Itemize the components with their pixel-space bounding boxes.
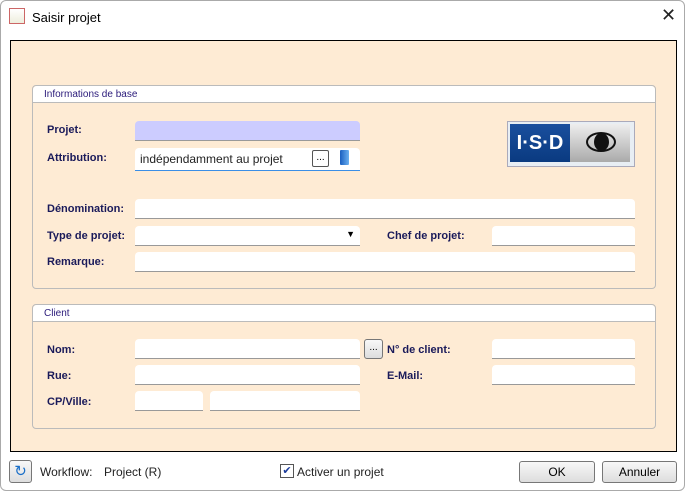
denomination-label: Dénomination:	[47, 203, 124, 215]
attribution-label: Attribution:	[47, 152, 107, 164]
workflow-value: Project (R)	[104, 465, 162, 479]
window-title: Saisir projet	[32, 10, 101, 25]
attribution-value: indépendamment au projet	[140, 152, 283, 166]
type-dropdown[interactable]: ▼	[135, 226, 360, 246]
group-header: Informations de base	[33, 86, 655, 103]
app-icon	[9, 8, 25, 24]
chef-input[interactable]	[492, 226, 635, 246]
rue-input[interactable]	[135, 365, 360, 385]
attribution-browse-button[interactable]: ...	[312, 150, 329, 167]
isd-logo: I·S·D	[507, 121, 635, 167]
activate-label[interactable]: Activer un projet	[297, 465, 384, 479]
numero-input[interactable]	[492, 339, 635, 359]
remarque-input[interactable]	[135, 252, 635, 272]
chevron-down-icon: ▼	[346, 229, 355, 239]
activate-checkbox[interactable]: ✔	[280, 464, 294, 478]
type-label: Type de projet:	[47, 230, 126, 242]
remarque-label: Remarque:	[47, 256, 105, 268]
email-label: E-Mail:	[387, 370, 424, 382]
workflow-label: Workflow:	[40, 465, 93, 479]
rue-label: Rue:	[47, 370, 72, 382]
numero-label: N° de client:	[387, 344, 451, 356]
cabinet-icon[interactable]	[340, 150, 349, 165]
cp-label: CP/Ville:	[47, 396, 92, 408]
attribution-field[interactable]: indépendamment au projet ...	[135, 148, 360, 171]
ok-button[interactable]: OK	[519, 461, 595, 483]
nom-browse-button[interactable]: ...	[364, 339, 383, 359]
group-header: Client	[33, 305, 655, 322]
dialog-window: Saisir projet ✕ Informations de base Pro…	[0, 0, 685, 491]
denomination-input[interactable]	[135, 199, 635, 219]
cancel-button[interactable]: Annuler	[602, 461, 677, 483]
refresh-icon[interactable]: ↻	[9, 460, 32, 483]
nom-label: Nom:	[47, 344, 76, 356]
close-icon[interactable]: ✕	[661, 5, 676, 26]
email-input[interactable]	[492, 365, 635, 385]
ville-input[interactable]	[210, 391, 360, 411]
projet-label: Projet:	[47, 124, 82, 136]
projet-input[interactable]	[135, 121, 360, 141]
chef-label: Chef de projet:	[387, 230, 465, 242]
cp-input[interactable]	[135, 391, 203, 411]
nom-input[interactable]	[135, 339, 360, 359]
